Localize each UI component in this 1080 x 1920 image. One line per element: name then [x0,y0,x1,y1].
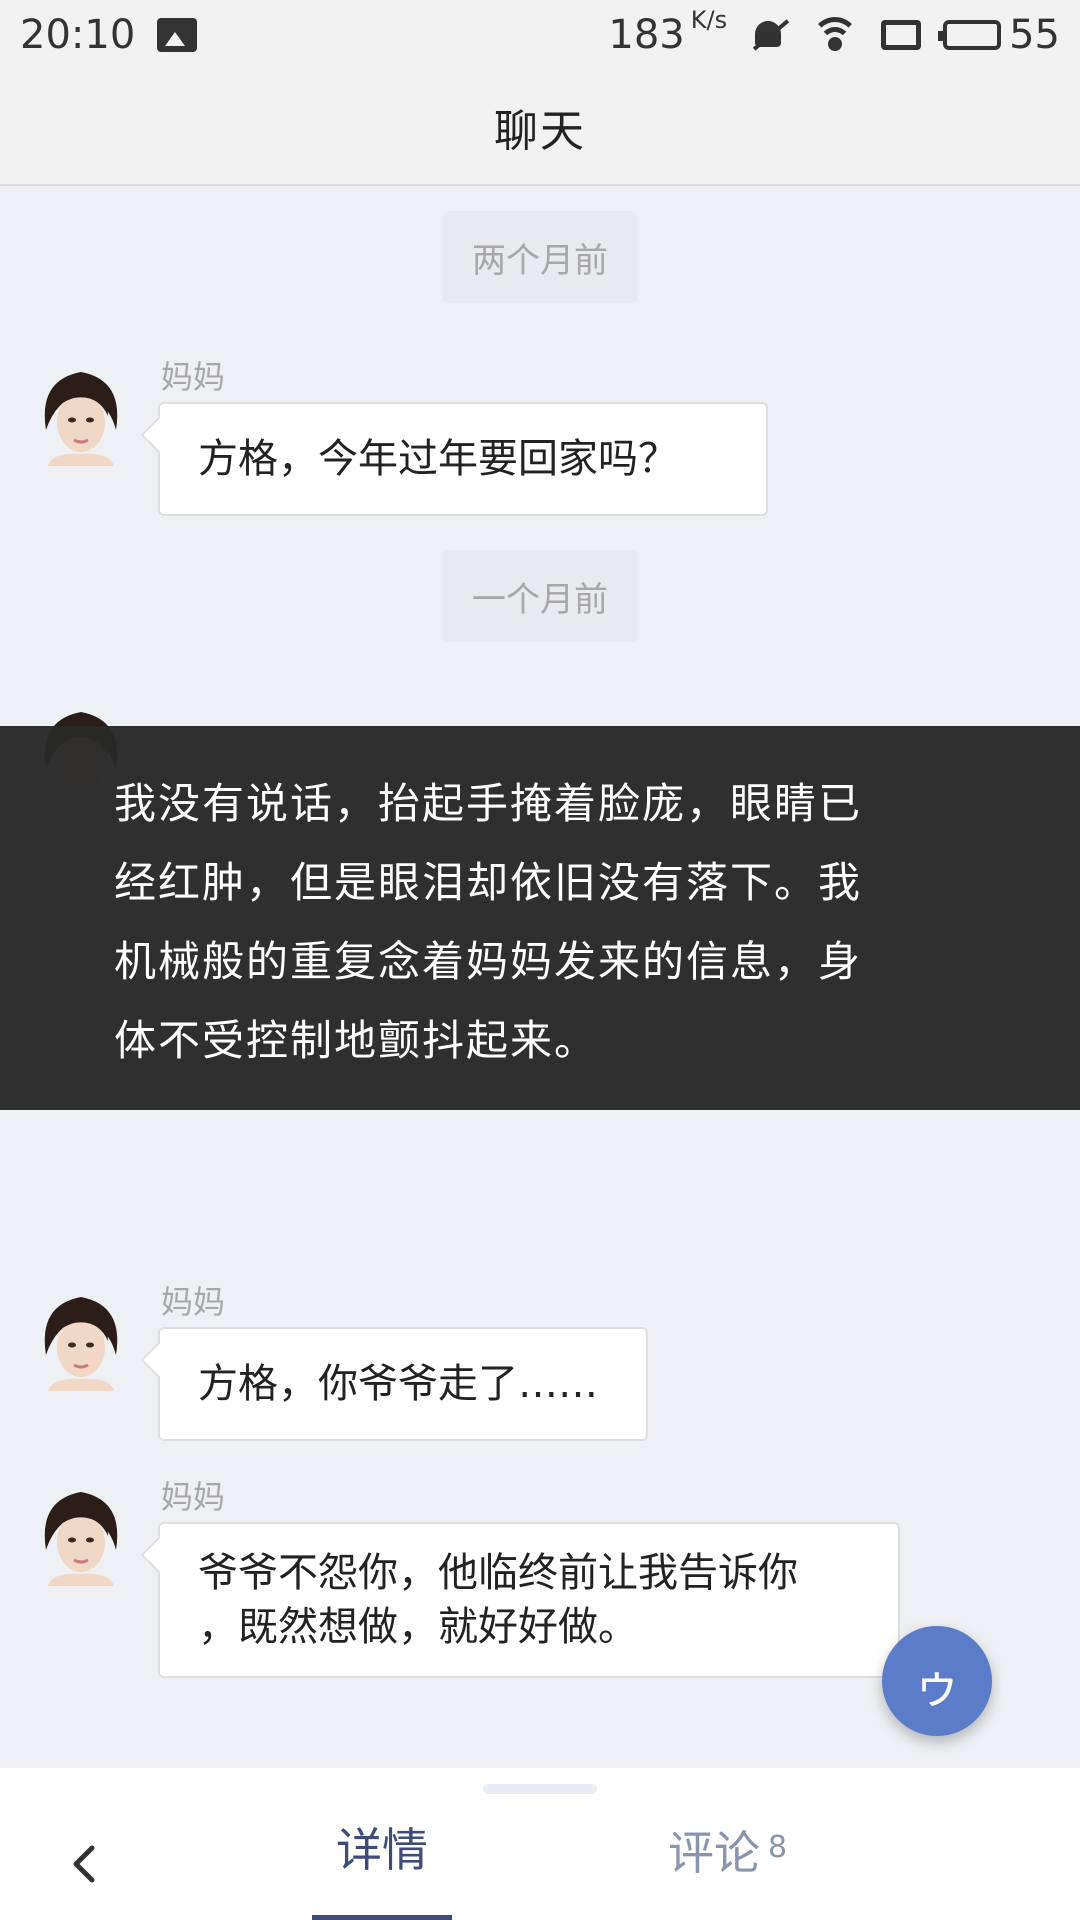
comment-count: 8 [768,1829,788,1865]
avatar[interactable] [28,1285,134,1391]
page-title: 聊天 [494,106,586,157]
time-label: 两个月前 [443,211,637,303]
time-label: 一个月前 [443,550,637,642]
message-bubble[interactable]: 方格，你爷爷走了…… [158,1327,648,1441]
message-line: 爷爷不怨你，他临终前让我告诉你 [198,1550,798,1596]
narration-line: 机械般的重复念着妈妈发来的信息，身 [114,937,863,986]
narration-line: 经红肿，但是眼泪却依旧没有落下。我 [114,858,863,907]
avatar[interactable] [28,360,134,466]
active-tab-indicator [312,1915,452,1920]
sender-name: 妈妈 [161,1478,226,1516]
battery: 55 [938,12,1060,58]
narration-overlay[interactable]: 我没有说话，抬起手掩着脸庞，眼睛已 经红肿，但是眼泪却依旧没有落下。我 机械般的… [0,726,1080,1110]
status-bar: 20:10 183 K/s 55 [0,0,1080,70]
battery-icon [938,20,1002,50]
speed-unit: K/s [690,6,728,34]
tab-label: 详情 [336,1823,428,1877]
narration-line: 我没有说话，抬起手掩着脸庞，眼睛已 [114,779,863,828]
drag-handle[interactable] [483,1784,597,1794]
app-header: 聊天 [0,70,1080,186]
wifi-icon [811,15,860,55]
narration-line: 体不受控制地颤抖起来。 [114,1016,599,1065]
bottom-bar: 详情 评论 8 [0,1768,1080,1920]
message-line: ，既然想做，就好好做。 [198,1604,638,1650]
tab-label: 评论 [668,1826,760,1880]
sender-name: 妈妈 [161,1283,226,1321]
next-button[interactable]: ゥ [882,1626,992,1736]
avatar[interactable] [28,1480,134,1586]
image-icon [157,18,198,52]
battery-level: 55 [1009,12,1060,58]
next-icon: ゥ [912,1658,961,1714]
speed-value: 183 [608,12,685,58]
tab-comments[interactable]: 评论 8 [668,1810,787,1890]
message-bubble[interactable]: 爷爷不怨你，他临终前让我告诉你 ，既然想做，就好好做。 [158,1522,900,1678]
tab-details[interactable]: 详情 [312,1810,452,1920]
bell-muted-icon [749,15,789,55]
sender-name: 妈妈 [161,358,226,396]
message-bubble[interactable]: 方格，今年过年要回家吗？ [158,402,768,516]
clock: 20:10 [20,12,136,58]
chevron-left-icon[interactable] [56,1834,116,1894]
network-speed: 183 K/s [608,6,727,58]
sim-icon [881,20,922,50]
